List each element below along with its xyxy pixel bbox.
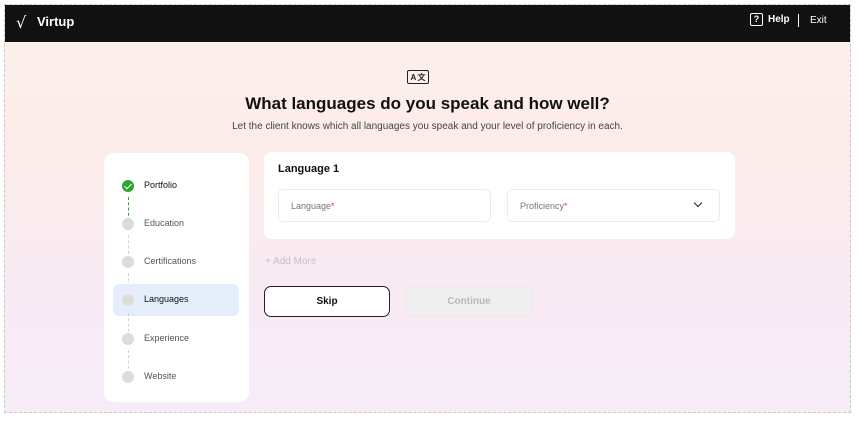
step-experience[interactable]: Experience bbox=[113, 323, 239, 355]
step-dot-icon bbox=[122, 256, 134, 268]
continue-button[interactable]: Continue bbox=[406, 286, 532, 317]
app-window: √ Virtup ? Help Exit A 文 What languages … bbox=[4, 4, 851, 413]
skip-button[interactable]: Skip bbox=[264, 286, 390, 317]
proficiency-select[interactable]: Proficiency* bbox=[507, 189, 720, 222]
required-mark: * bbox=[564, 201, 568, 211]
page-subtitle: Let the client knows which all languages… bbox=[232, 121, 623, 132]
step-label: Website bbox=[144, 371, 177, 381]
nav-divider bbox=[798, 14, 799, 27]
add-more-button[interactable]: + Add More bbox=[265, 256, 316, 267]
step-label: Certifications bbox=[144, 256, 197, 266]
progress-stepper: Portfolio Education Certifications Langu… bbox=[104, 153, 249, 402]
help-link[interactable]: ? Help bbox=[750, 13, 790, 26]
top-navbar: √ Virtup ? Help Exit bbox=[5, 5, 850, 42]
help-label: Help bbox=[768, 14, 790, 25]
translate-icon-right-glyph: 文 bbox=[417, 72, 426, 82]
language-card: Language 1 Language* Proficiency* bbox=[264, 152, 735, 239]
check-circle-icon bbox=[122, 180, 134, 192]
page-title: What languages do you speak and how well… bbox=[245, 94, 610, 113]
logo-icon: √ bbox=[16, 13, 27, 32]
proficiency-placeholder: Proficiency* bbox=[520, 201, 568, 211]
step-dot-icon bbox=[122, 371, 134, 383]
exit-link[interactable]: Exit bbox=[810, 15, 827, 26]
step-label: Languages bbox=[144, 294, 189, 304]
language-input[interactable]: Language* bbox=[278, 189, 491, 222]
step-website[interactable]: Website bbox=[113, 361, 239, 393]
language-placeholder: Language* bbox=[291, 201, 335, 211]
step-dot-icon bbox=[122, 218, 134, 230]
step-label: Portfolio bbox=[144, 180, 178, 190]
translate-icon-left-glyph: A bbox=[410, 72, 417, 82]
step-label: Education bbox=[144, 218, 185, 228]
step-dot-icon bbox=[122, 333, 134, 345]
step-dot-icon bbox=[122, 294, 134, 306]
chevron-down-icon bbox=[693, 198, 703, 208]
required-mark: * bbox=[331, 201, 335, 211]
step-certifications[interactable]: Certifications bbox=[113, 246, 239, 278]
language-card-title: Language 1 bbox=[278, 163, 340, 175]
app-name[interactable]: Virtup bbox=[37, 14, 74, 29]
step-label: Experience bbox=[144, 333, 190, 343]
translate-icon: A 文 bbox=[407, 70, 429, 84]
step-portfolio[interactable]: Portfolio bbox=[113, 170, 239, 202]
step-languages[interactable]: Languages bbox=[113, 284, 239, 316]
help-icon: ? bbox=[750, 13, 763, 26]
step-education[interactable]: Education bbox=[113, 208, 239, 240]
